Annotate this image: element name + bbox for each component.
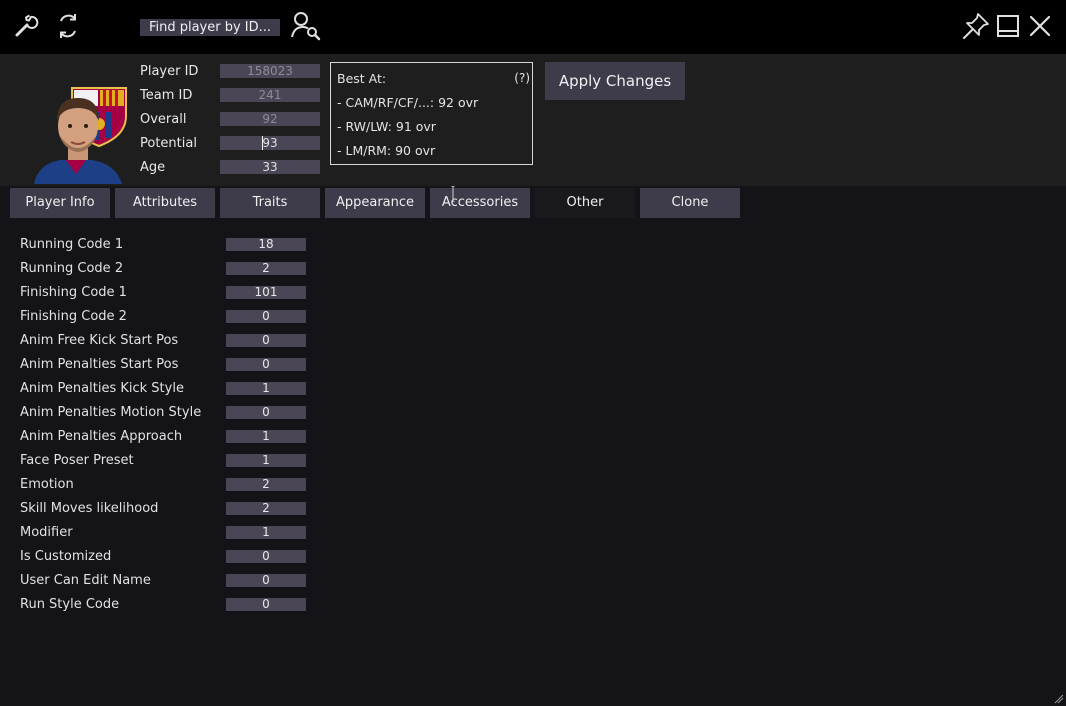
find-player-button[interactable]: Find player by ID... — [140, 19, 280, 36]
best-at-title: Best At: — [337, 71, 387, 86]
best-at-line: - CAM/RF/CF/...: 92 ovr — [337, 95, 479, 110]
team-id-field: 241 — [220, 88, 320, 102]
best-at-line: - RW/LW: 91 ovr — [337, 119, 436, 134]
finishing-code-2-label: Finishing Code 2 — [20, 309, 127, 324]
anim-free-kick-start-pos-field[interactable]: 0 — [226, 334, 306, 347]
team-id-label: Team ID — [140, 88, 193, 103]
text-caret — [262, 136, 263, 150]
user-search-icon[interactable] — [290, 11, 322, 41]
tab-appearance[interactable]: Appearance — [325, 188, 425, 218]
finishing-code-1-label: Finishing Code 1 — [20, 285, 127, 300]
is-customized-field[interactable]: 0 — [226, 550, 306, 563]
modifier-field[interactable]: 1 — [226, 526, 306, 539]
face-poser-preset-label: Face Poser Preset — [20, 453, 134, 468]
skill-moves-likelihood-field[interactable]: 2 — [226, 502, 306, 515]
anim-penalties-approach-label: Anim Penalties Approach — [20, 429, 183, 444]
anim-penalties-motion-style-field[interactable]: 0 — [226, 406, 306, 419]
potential-field[interactable]: 93 — [220, 136, 320, 150]
is-customized-label: Is Customized — [20, 549, 112, 564]
anim-penalties-kick-style-label: Anim Penalties Kick Style — [20, 381, 184, 396]
skill-moves-likelihood-label: Skill Moves likelihood — [20, 501, 159, 516]
close-icon[interactable] — [1029, 15, 1051, 37]
anim-penalties-motion-style-label: Anim Penalties Motion Style — [20, 405, 202, 420]
potential-label: Potential — [140, 136, 197, 151]
user-can-edit-name-label: User Can Edit Name — [20, 573, 151, 588]
running-code-1-label: Running Code 1 — [20, 237, 124, 252]
tab-traits[interactable]: Traits — [220, 188, 320, 218]
pin-icon[interactable] — [962, 12, 990, 40]
age-field[interactable]: 33 — [220, 160, 320, 174]
minimize-icon[interactable] — [996, 14, 1020, 38]
text-cursor-icon — [451, 186, 455, 202]
anim-penalties-approach-field[interactable]: 1 — [226, 430, 306, 443]
overall-label: Overall — [140, 112, 187, 127]
run-style-code-label: Run Style Code — [20, 597, 120, 612]
best-at-panel: Best At: (?) - CAM/RF/CF/...: 92 ovr - R… — [330, 62, 533, 165]
tab-player-info[interactable]: Player Info — [10, 188, 110, 218]
running-code-2-field[interactable]: 2 — [226, 262, 306, 275]
tab-accessories[interactable]: Accessories — [430, 188, 530, 218]
tab-clone[interactable]: Clone — [640, 188, 740, 218]
user-can-edit-name-field[interactable]: 0 — [226, 574, 306, 587]
wrench-icon[interactable] — [12, 12, 40, 40]
apply-changes-button[interactable]: Apply Changes — [545, 62, 685, 100]
anim-free-kick-start-pos-label: Anim Free Kick Start Pos — [20, 333, 179, 348]
player-id-label: Player ID — [140, 64, 199, 79]
anim-penalties-kick-style-field[interactable]: 1 — [226, 382, 306, 395]
player-portrait — [34, 87, 127, 184]
run-style-code-field[interactable]: 0 — [226, 598, 306, 611]
anim-penalties-start-pos-field[interactable]: 0 — [226, 358, 306, 371]
modifier-label: Modifier — [20, 525, 73, 540]
tab-other[interactable]: Other — [535, 188, 635, 218]
age-label: Age — [140, 160, 166, 175]
running-code-1-field[interactable]: 18 — [226, 238, 306, 251]
anim-penalties-start-pos-label: Anim Penalties Start Pos — [20, 357, 179, 372]
title-bar: Find player by ID... — [0, 0, 1066, 54]
help-icon[interactable]: (?) — [514, 71, 530, 85]
refresh-icon[interactable] — [54, 11, 82, 41]
resize-grip-icon[interactable] — [1054, 694, 1064, 704]
face-poser-preset-field[interactable]: 1 — [226, 454, 306, 467]
best-at-line: - LM/RM: 90 ovr — [337, 143, 436, 158]
tab-attributes[interactable]: Attributes — [115, 188, 215, 218]
running-code-2-label: Running Code 2 — [20, 261, 124, 276]
overall-field: 92 — [220, 112, 320, 126]
finishing-code-2-field[interactable]: 0 — [226, 310, 306, 323]
finishing-code-1-field[interactable]: 101 — [226, 286, 306, 299]
emotion-label: Emotion — [20, 477, 74, 492]
emotion-field[interactable]: 2 — [226, 478, 306, 491]
player-id-field: 158023 — [220, 64, 320, 78]
